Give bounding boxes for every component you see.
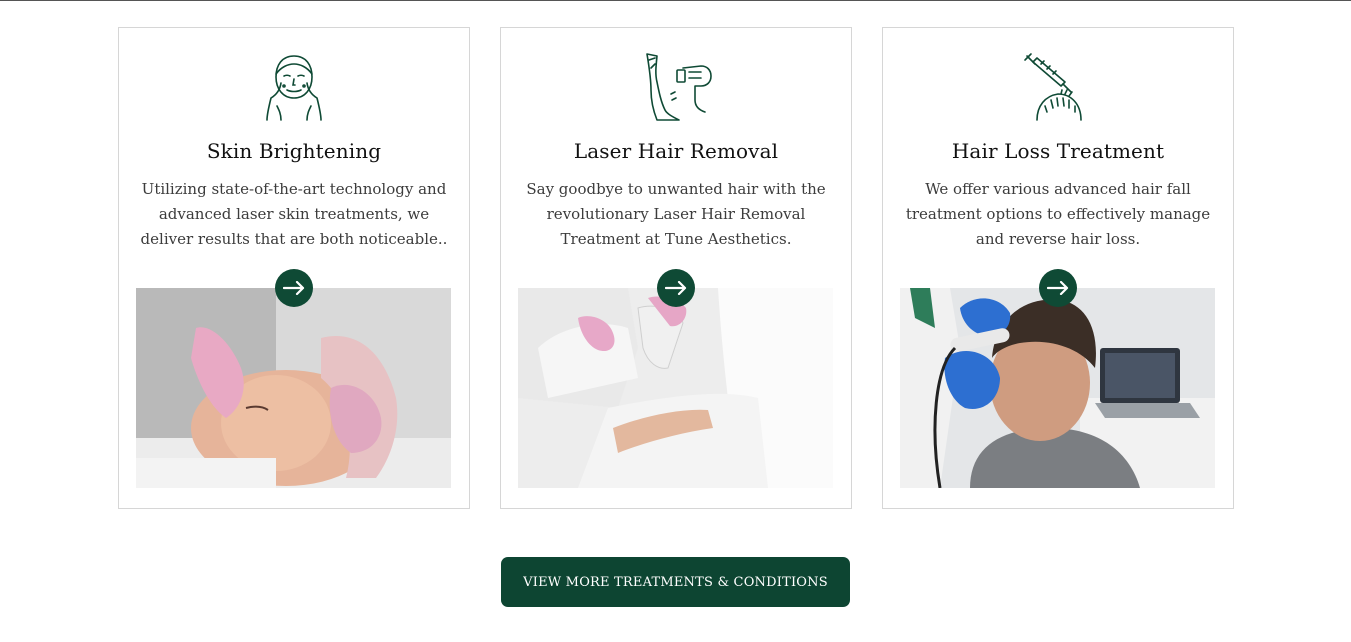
card-arrow-button[interactable] [1039, 269, 1077, 307]
top-divider [0, 0, 1351, 1]
hair-loss-treatment-photo [900, 288, 1215, 488]
card-description: We offer various advanced hair fall trea… [905, 180, 1211, 248]
treatment-card-hair-loss[interactable]: Hair Loss Treatment We offer various adv… [882, 27, 1234, 509]
arrow-right-icon [665, 281, 687, 295]
arrow-right-icon [1047, 281, 1069, 295]
card-description: Say goodbye to unwanted hair with the re… [526, 180, 826, 248]
treatment-card-skin-brightening[interactable]: Skin Brightening Utilizing state-of-the-… [118, 27, 470, 509]
card-title: Hair Loss Treatment [951, 139, 1165, 163]
card-title: Laser Hair Removal [573, 139, 779, 163]
arrow-right-icon [283, 281, 305, 295]
card-arrow-button[interactable] [275, 269, 313, 307]
laser-leg-icon [501, 50, 851, 124]
facial-treatment-photo [136, 288, 451, 488]
card-title: Skin Brightening [206, 139, 382, 163]
card-arrow-button[interactable] [657, 269, 695, 307]
laser-hair-removal-photo [518, 288, 833, 488]
face-icon [119, 50, 469, 124]
syringe-scalp-icon [883, 50, 1233, 124]
treatment-card-laser-hair-removal[interactable]: Laser Hair Removal Say goodbye to unwant… [500, 27, 852, 509]
view-more-treatments-button[interactable]: VIEW MORE TREATMENTS & CONDITIONS [501, 557, 850, 607]
card-description: Utilizing state-of-the-art technology an… [140, 180, 448, 248]
